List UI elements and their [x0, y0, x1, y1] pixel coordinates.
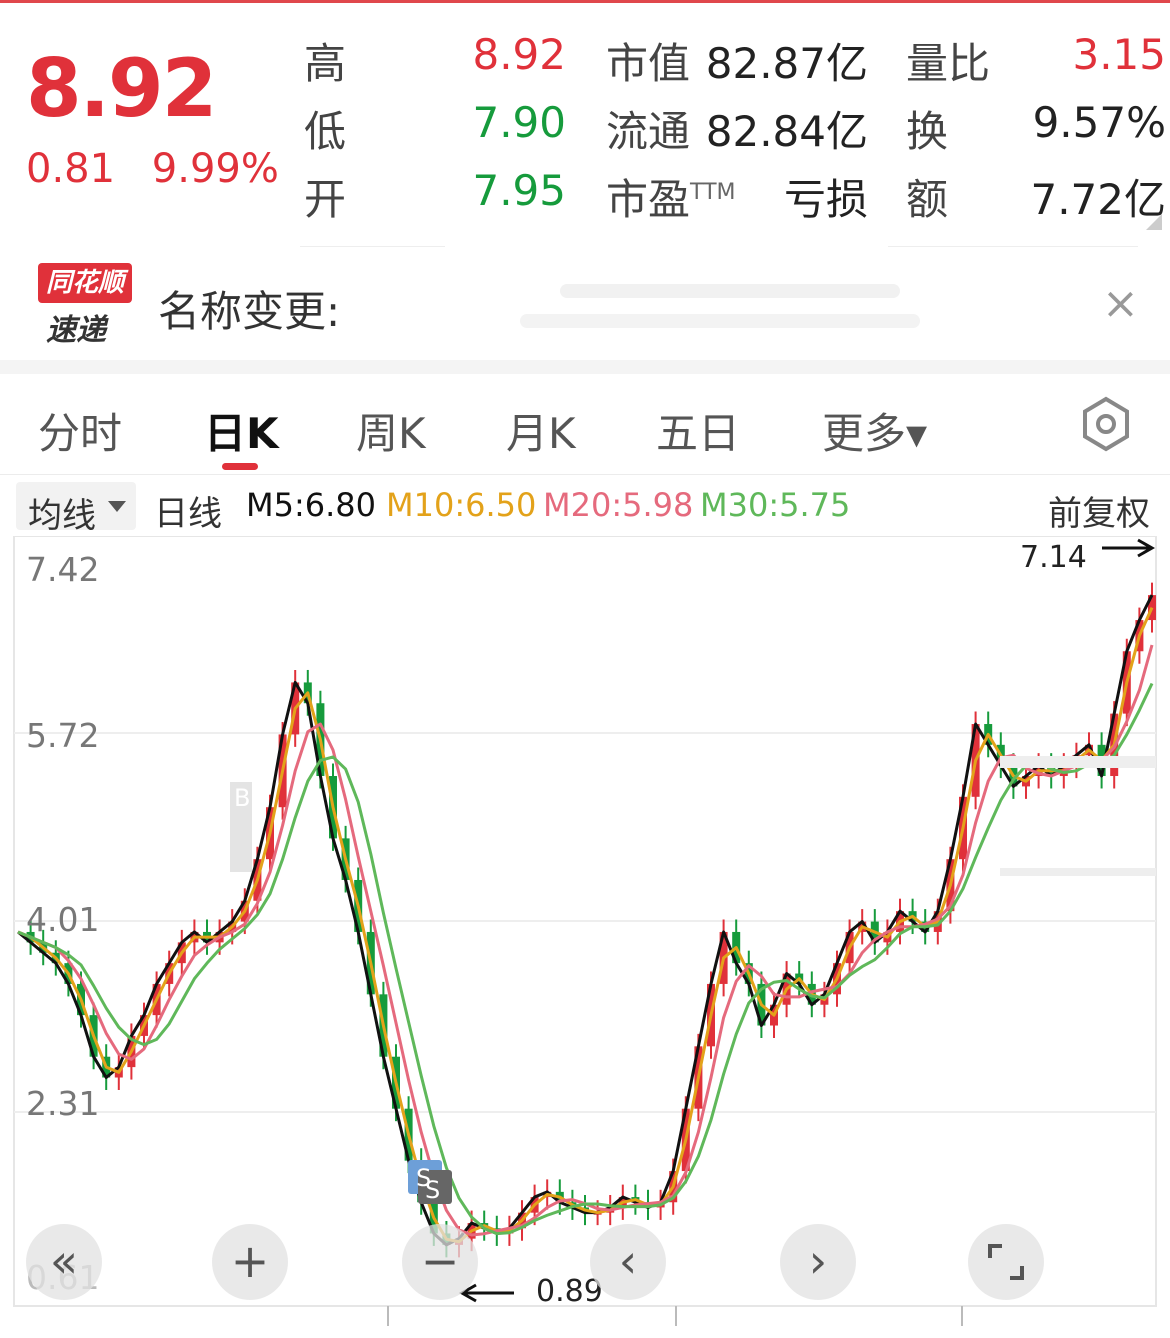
quote-panel: 8.92 0.81 9.99% 高 低 开 8.92 7.90 7.95 市值 …: [0, 0, 1170, 245]
next-button[interactable]: ›: [780, 1224, 856, 1300]
minus-icon: −: [420, 1234, 460, 1288]
price-change: 0.81 9.99%: [26, 146, 303, 192]
tab-five-day[interactable]: 五日: [656, 400, 740, 461]
logo-bottom-text: 速递: [46, 313, 106, 348]
y-tick-label: 7.42: [26, 550, 100, 589]
low-label: 低: [304, 107, 347, 156]
volratio-label: 量比: [906, 39, 991, 88]
float-value: 82.84亿: [705, 107, 868, 156]
mktcap-value: 82.87亿: [705, 39, 868, 88]
zoom-in-button[interactable]: +: [212, 1224, 288, 1300]
ma-selector-label: 均线: [28, 496, 96, 536]
chevron-right-icon: ›: [808, 1234, 828, 1288]
divider: [0, 474, 1170, 475]
fullscreen-icon: [988, 1244, 1024, 1280]
double-chevron-left-icon: «: [49, 1234, 79, 1288]
y-tick-label: 4.01: [26, 900, 100, 939]
rewind-button[interactable]: «: [26, 1224, 102, 1300]
amount-label: 额: [906, 175, 949, 224]
price-adjust-toggle[interactable]: 前复权: [1048, 486, 1150, 535]
ma30-value: M30:5.75: [700, 486, 851, 524]
chart-period-tabs: [0, 374, 1170, 474]
price-band: [1000, 756, 1156, 768]
high-value: 8.92: [472, 30, 566, 79]
news-text[interactable]: 名称变更:: [158, 278, 340, 339]
change-amount: 0.81: [26, 146, 116, 192]
last-price: 8.92: [26, 42, 217, 135]
ths-express-logo: 同花顺 速递: [38, 263, 132, 348]
low-value: 7.90: [472, 98, 566, 147]
divider: [888, 246, 1138, 247]
section-gap: [0, 360, 1170, 374]
ma30-line: [17, 682, 1154, 1236]
tab-daily-k[interactable]: 日K: [204, 400, 279, 461]
open-label: 开: [304, 175, 347, 224]
high-label: 高: [304, 39, 347, 88]
blurred-text: [560, 284, 900, 298]
zoom-out-button[interactable]: −: [402, 1224, 478, 1300]
ma10-value: M10:6.50: [386, 486, 537, 524]
sell-marker: S: [425, 1176, 440, 1204]
open-value: 7.95: [472, 166, 566, 215]
ma5-value: M5:6.80: [246, 486, 376, 524]
buy-marker: B: [234, 784, 250, 812]
plus-icon: +: [230, 1234, 270, 1288]
amount-value: 7.72亿: [1030, 175, 1166, 224]
kline-chart-svg[interactable]: B S S: [0, 535, 1170, 1334]
fullscreen-button[interactable]: [968, 1224, 1044, 1300]
prev-button[interactable]: ‹: [590, 1224, 666, 1300]
y-tick-label: 5.72: [26, 716, 100, 755]
ma10-line: [17, 606, 1154, 1244]
change-percent: 9.99%: [151, 146, 279, 192]
mktcap-label: 市值: [606, 39, 691, 88]
chevron-left-icon: ‹: [618, 1234, 638, 1288]
settings-gear-icon[interactable]: [1078, 396, 1134, 452]
active-tab-indicator: [222, 463, 258, 470]
tab-more[interactable]: 更多▾: [822, 400, 927, 461]
pe-value: 亏损: [783, 175, 868, 224]
blurred-text: [520, 314, 920, 328]
close-icon[interactable]: ×: [1102, 282, 1139, 326]
price-band: [1000, 868, 1156, 876]
tab-intraday[interactable]: 分时: [38, 400, 122, 461]
ma20-value: M20:5.98: [543, 486, 694, 524]
tab-weekly-k[interactable]: 周K: [356, 400, 426, 461]
ma-selector-button[interactable]: 均线: [16, 482, 136, 536]
dropdown-arrow-icon: [108, 501, 126, 512]
pe-label-text: 市盈: [606, 175, 691, 224]
logo-top-text: 同花顺: [38, 263, 132, 303]
turnover-label: 换: [906, 107, 949, 156]
tab-monthly-k[interactable]: 月K: [506, 400, 576, 461]
kline-chart[interactable]: B S S 7.42 5.72 4.01 2.31 0.61 7.14 0.89…: [0, 535, 1170, 1334]
turnover-value: 9.57%: [1032, 98, 1166, 147]
y-tick-label: 2.31: [26, 1084, 100, 1123]
divider: [300, 246, 445, 247]
ma-period: 日线: [154, 494, 222, 534]
float-label: 流通: [606, 107, 691, 156]
volratio-value: 3.15: [1072, 30, 1166, 79]
corner-fold-icon[interactable]: [1146, 214, 1162, 230]
high-annotation: 7.14: [1020, 540, 1087, 575]
